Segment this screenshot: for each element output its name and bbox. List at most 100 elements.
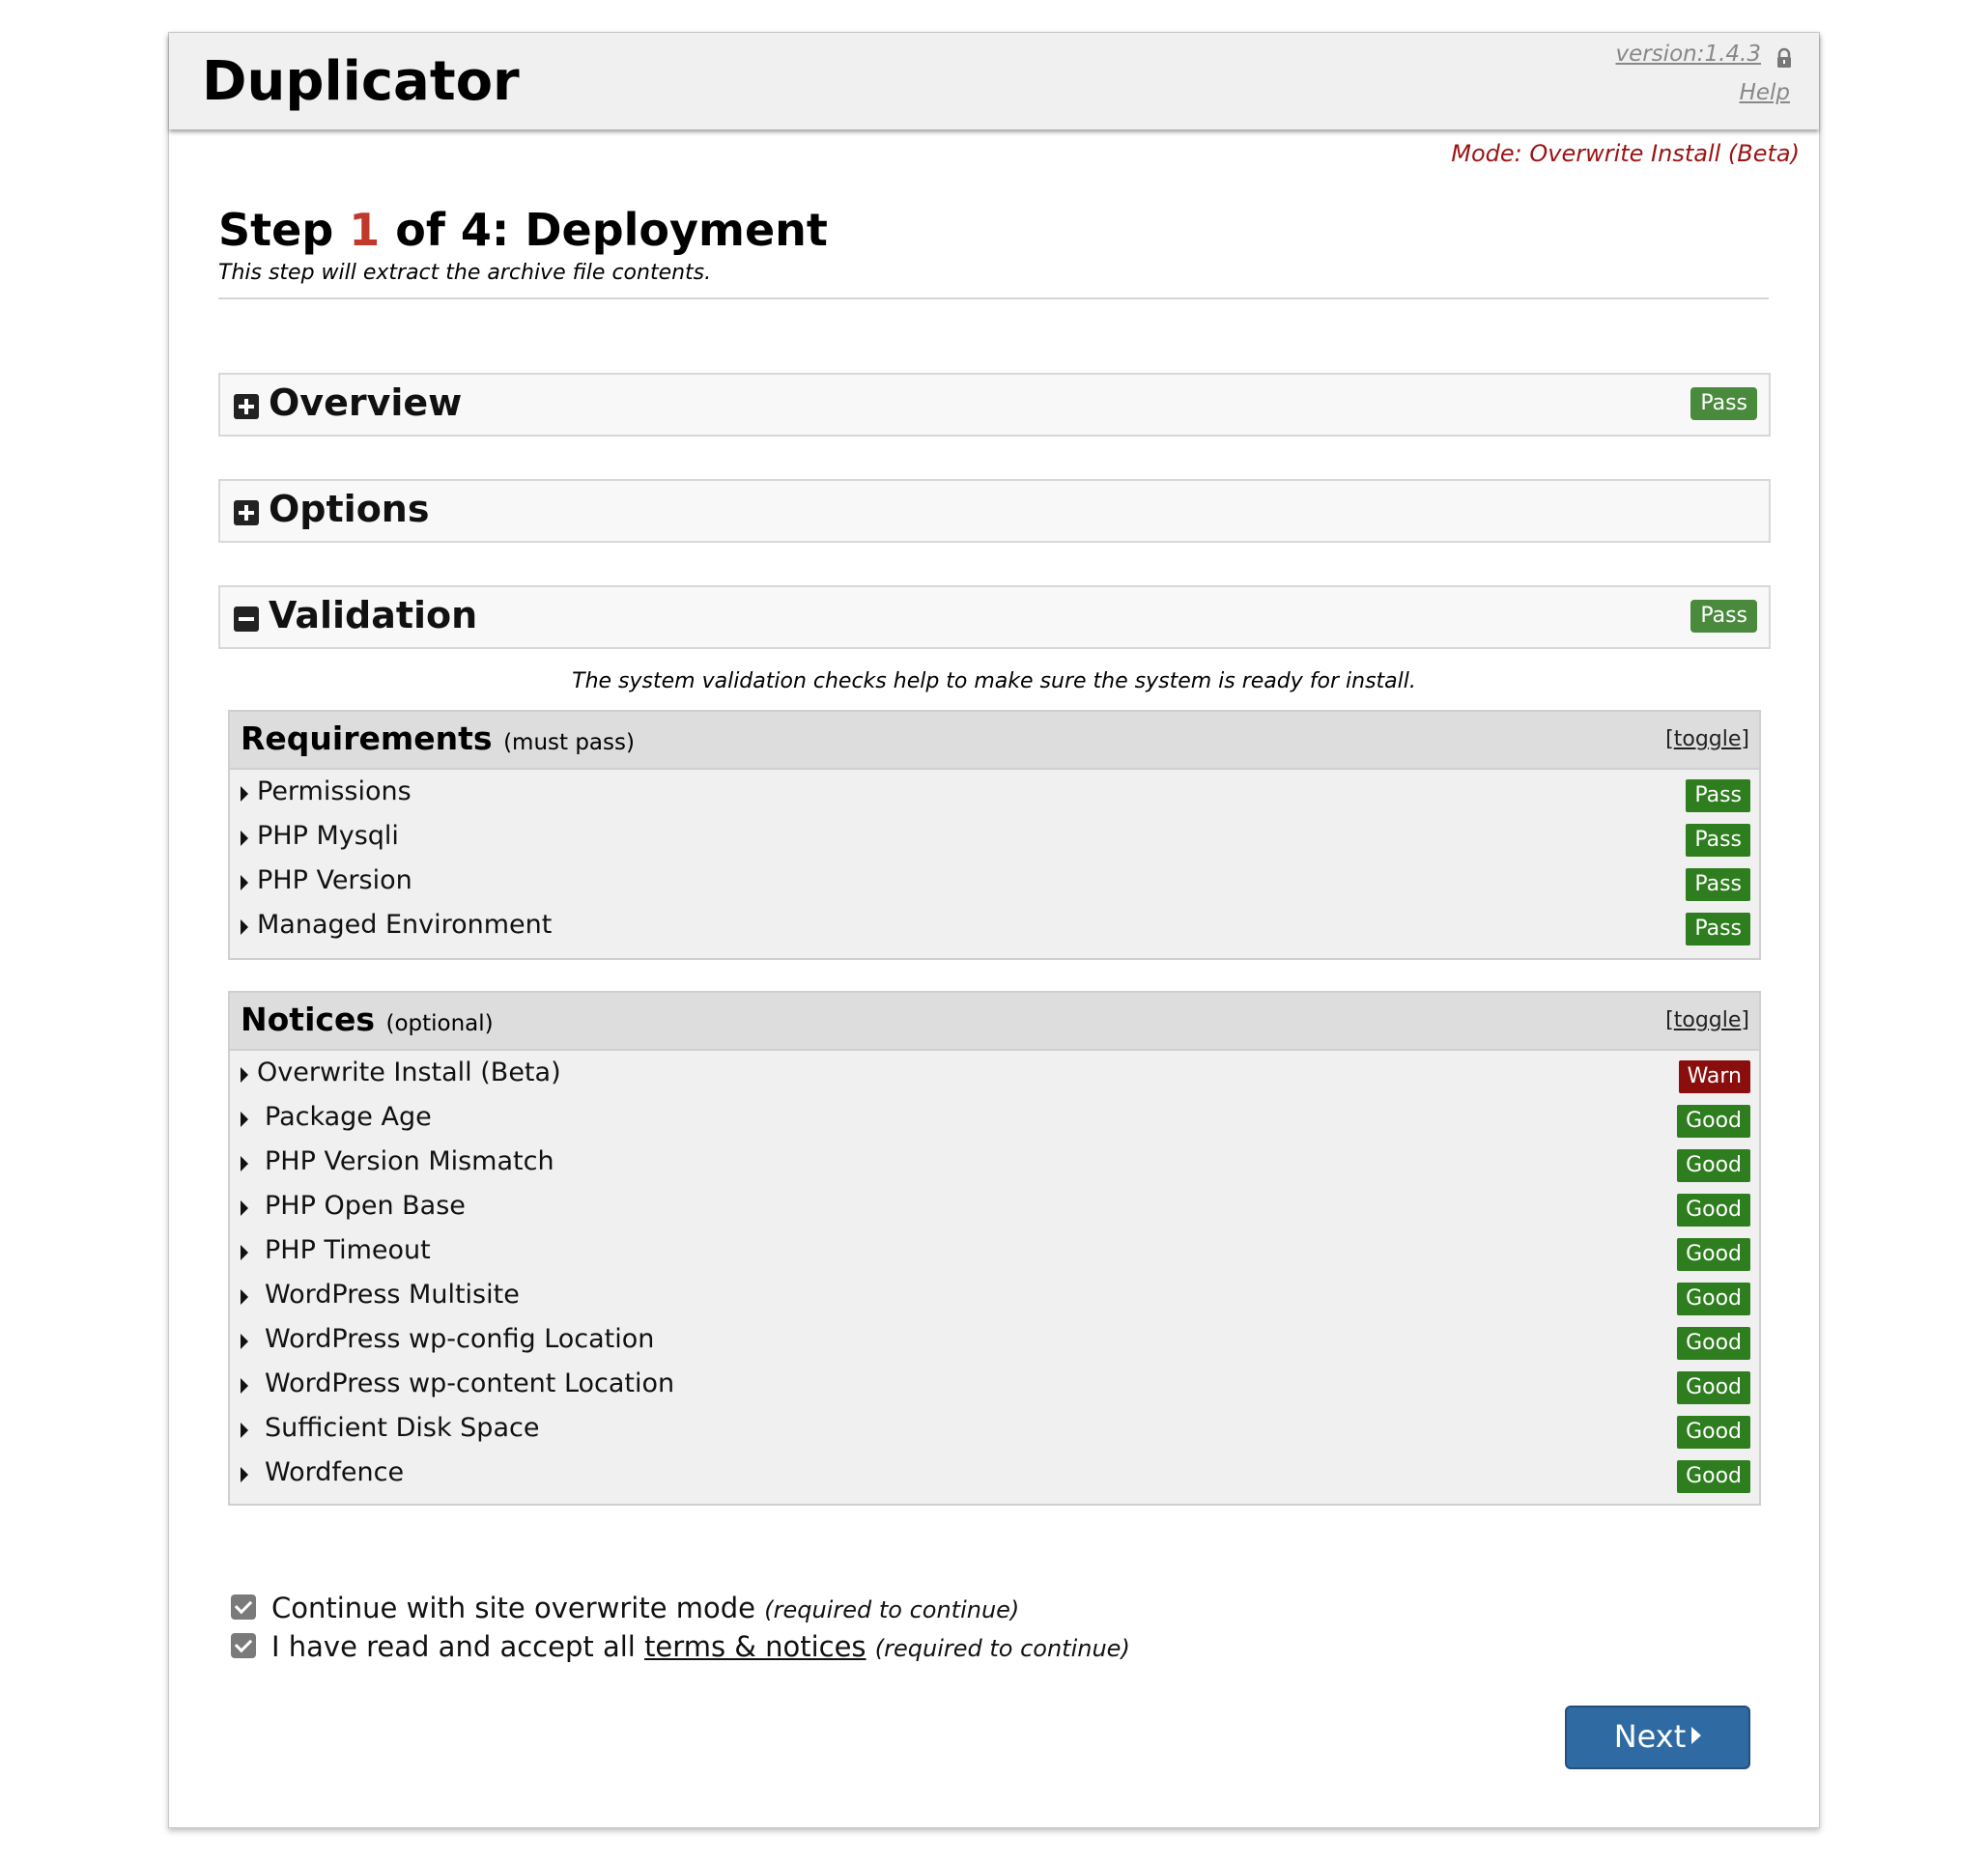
section-title: Options	[269, 488, 430, 530]
terms-label: I have read and accept all terms & notic…	[271, 1630, 1130, 1663]
overwrite-label: Continue with site overwrite mode (requi…	[271, 1592, 1019, 1624]
notices-panel: Notices (optional) [toggle] Overwrite In…	[228, 991, 1761, 1506]
status-badge: Good	[1677, 1105, 1750, 1138]
notice-label: Package Age	[265, 1102, 432, 1132]
app-logo: Duplicator	[202, 50, 520, 113]
caret-right-icon	[241, 1067, 248, 1083]
version-link[interactable]: version:1.4.3	[1615, 42, 1761, 67]
expand-plus-icon	[234, 500, 259, 525]
requirements-panel: Requirements (must pass) [toggle] Permis…	[228, 710, 1761, 960]
status-badge: Pass	[1686, 824, 1750, 857]
next-label: Next	[1613, 1718, 1687, 1755]
page-title: Step 1 of 4: Deployment	[218, 204, 828, 256]
notice-label: Wordfence	[265, 1457, 405, 1487]
notices-title: Notices	[241, 1001, 375, 1038]
terms-link[interactable]: terms & notices	[644, 1630, 866, 1663]
section-title: Validation	[269, 594, 478, 636]
caret-right-icon	[241, 1467, 248, 1482]
terms-text: I have read and accept all	[271, 1630, 636, 1663]
required-note: (required to continue)	[764, 1596, 1020, 1623]
caret-right-icon	[241, 1378, 248, 1394]
status-badge: Good	[1677, 1149, 1750, 1182]
status-badge: Pass	[1690, 600, 1757, 633]
panel-title: Requirements (must pass)	[241, 719, 635, 757]
notice-row[interactable]: PHP Version Mismatch Good	[230, 1142, 1759, 1186]
section-options[interactable]: Options	[218, 479, 1771, 543]
status-badge: Good	[1677, 1238, 1750, 1271]
toggle-link[interactable]: toggle	[1674, 1008, 1742, 1032]
caret-right-icon	[241, 1156, 248, 1171]
status-badge: Warn	[1678, 1060, 1750, 1093]
expand-plus-icon	[234, 394, 259, 419]
notice-row[interactable]: WordPress wp-content Location Good	[230, 1364, 1759, 1408]
notices-subtitle: (optional)	[385, 1011, 494, 1036]
requirements-title: Requirements	[241, 719, 493, 757]
notices-toggle[interactable]: [toggle]	[1665, 1008, 1749, 1032]
status-badge: Good	[1677, 1327, 1750, 1360]
notice-row[interactable]: WordPress Multisite Good	[230, 1275, 1759, 1319]
caret-right-icon	[241, 875, 248, 890]
requirements-subtitle: (must pass)	[503, 730, 635, 755]
caret-right-icon	[241, 919, 248, 935]
notice-row[interactable]: Package Age Good	[230, 1097, 1759, 1142]
notice-row[interactable]: Overwrite Install (Beta) Warn	[230, 1053, 1759, 1097]
title-divider	[218, 297, 1769, 299]
notice-row[interactable]: Wordfence Good	[230, 1453, 1759, 1497]
notice-label: Overwrite Install (Beta)	[257, 1058, 561, 1087]
caret-right-icon	[241, 1334, 248, 1349]
section-title: Overview	[269, 381, 463, 424]
requirement-row[interactable]: PHP Mysqli Pass	[230, 816, 1759, 860]
notice-row[interactable]: WordPress wp-config Location Good	[230, 1319, 1759, 1364]
requirements-toggle[interactable]: [toggle]	[1665, 727, 1749, 751]
step-suffix: of 4: Deployment	[380, 204, 828, 256]
requirement-label: PHP Version	[257, 865, 412, 895]
notice-label: WordPress wp-content Location	[265, 1368, 675, 1398]
notice-row[interactable]: PHP Open Base Good	[230, 1186, 1759, 1230]
next-button[interactable]: Next	[1565, 1706, 1750, 1769]
overwrite-checkbox[interactable]	[231, 1594, 256, 1620]
requirement-row[interactable]: Managed Environment Pass	[230, 905, 1759, 949]
notice-label: Sufficient Disk Space	[265, 1413, 540, 1443]
section-overview[interactable]: Overview Pass	[218, 373, 1771, 437]
notices-header: Notices (optional) [toggle]	[230, 993, 1759, 1051]
status-badge: Good	[1677, 1371, 1750, 1404]
collapse-minus-icon	[234, 607, 259, 632]
section-validation[interactable]: Validation Pass	[218, 585, 1771, 649]
requirement-row[interactable]: Permissions Pass	[230, 772, 1759, 816]
notice-row[interactable]: Sufficient Disk Space Good	[230, 1408, 1759, 1453]
notice-label: WordPress Multisite	[265, 1280, 520, 1310]
status-badge: Pass	[1690, 387, 1757, 420]
status-badge: Good	[1677, 1283, 1750, 1315]
status-badge: Pass	[1686, 779, 1750, 812]
requirement-label: Permissions	[257, 776, 412, 806]
step-number: 1	[349, 204, 381, 256]
status-badge: Pass	[1686, 868, 1750, 901]
status-badge: Pass	[1686, 913, 1750, 945]
status-badge: Good	[1677, 1194, 1750, 1227]
caret-right-icon	[241, 1289, 248, 1305]
caret-right-icon	[241, 1112, 248, 1127]
caret-right-icon	[1691, 1727, 1702, 1744]
caret-right-icon	[241, 786, 248, 802]
notice-row[interactable]: PHP Timeout Good	[230, 1230, 1759, 1275]
caret-right-icon	[241, 1200, 248, 1216]
notice-label: PHP Version Mismatch	[265, 1146, 554, 1176]
installer-frame: Duplicator version:1.4.3 Help Mode: Over…	[168, 32, 1820, 1828]
lock-icon	[1777, 47, 1791, 68]
requirement-label: Managed Environment	[257, 910, 553, 940]
status-badge: Good	[1677, 1416, 1750, 1449]
help-link[interactable]: Help	[1740, 80, 1790, 105]
requirement-row[interactable]: PHP Version Pass	[230, 860, 1759, 905]
caret-right-icon	[241, 1423, 248, 1438]
requirement-label: PHP Mysqli	[257, 821, 399, 851]
caret-right-icon	[241, 831, 248, 846]
overwrite-text: Continue with site overwrite mode	[271, 1592, 756, 1624]
header-bar: Duplicator version:1.4.3 Help	[169, 33, 1819, 129]
panel-title: Notices (optional)	[241, 1001, 494, 1038]
notice-label: PHP Timeout	[265, 1235, 431, 1265]
terms-checkbox[interactable]	[231, 1633, 256, 1658]
required-note: (required to continue)	[874, 1635, 1130, 1662]
caret-right-icon	[241, 1245, 248, 1260]
notice-label: WordPress wp-config Location	[265, 1324, 655, 1354]
toggle-link[interactable]: toggle	[1674, 727, 1742, 751]
